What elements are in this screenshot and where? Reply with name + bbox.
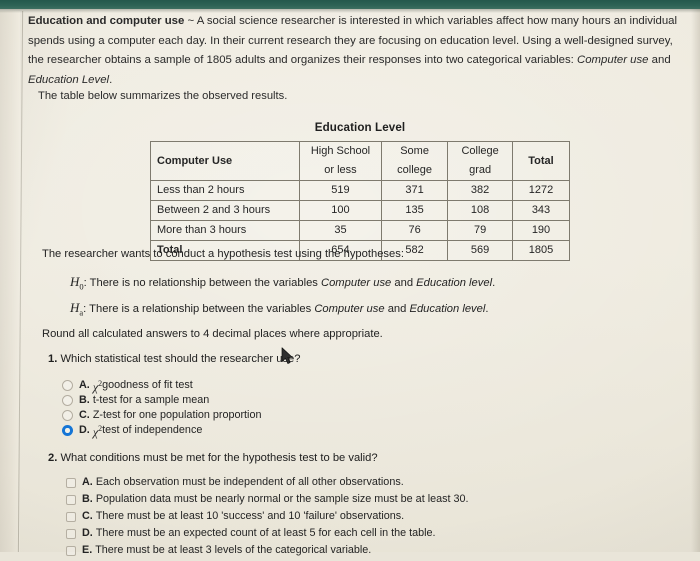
table-cell-3-3: 1805 [512,240,570,261]
radio-button-a[interactable] [62,380,73,391]
table-cell-2-3: 190 [512,220,570,241]
q2-option-e-letter: E. [82,544,93,556]
question-2-option-e[interactable]: E. There must be at least 3 levels of th… [66,544,469,561]
q2-option-b-letter: B. [82,493,93,505]
intro-variable-2: Education Level [28,73,110,86]
table-row-header-label: Computer Use [150,141,300,181]
null-hypothesis-symbol: H0 [70,274,84,292]
alternative-hypothesis: Ha: There is a relationship between the … [70,300,488,318]
null-hypothesis-text: : There is no relationship between the v… [83,277,321,289]
question-2-option-b[interactable]: B. Population data must be nearly normal… [66,493,469,510]
checkbox-a[interactable] [66,478,76,488]
alternative-hypothesis-var-2: Education level [409,303,486,315]
q2-option-c-letter: C. [82,510,93,522]
table-cell-0-2: 382 [447,180,513,201]
question-2-number: 2. [48,452,58,464]
rounding-instruction: Round all calculated answers to 4 decima… [42,328,383,340]
table-row-label-1: Between 2 and 3 hours [150,200,300,221]
q2-option-a-text: Each observation must be independent of … [95,476,404,488]
intro-period: . [109,73,113,86]
radio-button-c[interactable] [62,410,73,421]
option-c-letter: C. [79,409,90,421]
table-caption: Education Level [314,121,406,134]
alternative-hypothesis-text: : There is a relationship between the va… [83,303,315,315]
table-cell-3-2: 569 [447,240,513,261]
q2-option-e-text: There must be at least 3 levels of the c… [95,544,372,556]
table-col-header-0: High School or less [299,141,382,181]
question-1-number: 1. [48,353,58,365]
option-a-text: goodness of fit test [102,379,193,391]
null-hypothesis-var-1: Computer use [321,277,392,289]
table-col-header-1: Some college [380,141,449,181]
problem-intro-paragraph: Education and computer use ~ A social sc… [28,12,678,90]
question-2-option-a[interactable]: A. Each observation must be independent … [66,476,469,493]
chi-squared-symbol-a: χ2 [92,379,103,394]
q2-option-d-letter: D. [82,527,93,539]
table-row-label-2: More than 3 hours [150,220,300,241]
table-cell-2-2: 79 [447,220,513,241]
table-col-header-3: Total [512,141,570,181]
alternative-hypothesis-conjunction: and [384,303,410,315]
question-1-option-c[interactable]: C. Z-test for one population proportion [62,409,261,424]
null-hypothesis-period: . [492,277,496,289]
table-lead-in: The table below summarizes the observed … [38,90,288,102]
radio-button-d[interactable] [62,425,73,436]
null-hypothesis: H0: There is no relationship between the… [70,274,495,292]
checkbox-d[interactable] [66,529,76,539]
null-hypothesis-conjunction: and [391,277,417,289]
option-c-text: Z-test for one population proportion [92,409,262,421]
problem-title: Education and computer use [28,15,185,27]
table-cell-1-0: 100 [299,200,382,221]
question-2-options: A. Each observation must be independent … [66,476,469,561]
chi-squared-symbol-d: χ2 [92,424,103,439]
q2-option-c-text: There must be at least 10 'success' and … [95,510,405,522]
checkbox-c[interactable] [66,512,76,522]
option-d-text: test of independence [102,424,203,436]
table-cell-0-0: 519 [299,180,382,201]
intro-variable-1: Computer use [576,54,649,67]
table-cell-2-1: 76 [380,220,449,241]
checkbox-e[interactable] [66,546,76,556]
question-2-option-c[interactable]: C. There must be at least 10 'success' a… [66,510,469,527]
q2-option-a-letter: A. [82,476,93,488]
alternative-hypothesis-var-1: Computer use [314,303,385,315]
alternative-hypothesis-period: . [485,303,489,315]
table-cell-0-1: 371 [380,180,449,201]
question-1-options: A. χ2 goodness of fit test B. t-test for… [62,379,261,439]
hypothesis-lead-in: The researcher wants to conduct a hypoth… [42,248,404,260]
table-cell-1-1: 135 [380,200,449,221]
table-cell-2-0: 35 [299,220,382,241]
table-row: Between 2 and 3 hours 100 135 108 343 [150,200,570,221]
question-1-option-a[interactable]: A. χ2 goodness of fit test [62,379,261,394]
option-a-letter: A. [79,379,90,391]
q2-option-d-text: There must be an expected count of at le… [95,527,436,539]
table-row-label-0: Less than 2 hours [150,180,300,201]
table-row: Less than 2 hours 519 371 382 1272 [150,180,570,201]
null-hypothesis-var-2: Education level [416,277,493,289]
checkbox-b[interactable] [66,495,76,505]
q2-option-b-text: Population data must be nearly normal or… [95,493,469,505]
option-d-letter: D. [79,424,90,436]
problem-content: Education and computer use ~ A social sc… [0,0,700,556]
contingency-table: Computer Use High School or less Some co… [150,141,570,261]
table-row: More than 3 hours 35 76 79 190 [150,220,570,241]
table-cell-1-2: 108 [447,200,513,221]
question-1-text: Which statistical test should the resear… [60,353,301,365]
intro-conjunction: and [648,54,671,67]
question-2-text: What conditions must be met for the hypo… [60,452,378,464]
question-1-option-b[interactable]: B. t-test for a sample mean [62,394,261,409]
question-2-option-d[interactable]: D. There must be an expected count of at… [66,527,469,544]
option-b-letter: B. [79,394,90,406]
option-b-text: t-test for a sample mean [92,394,210,406]
alternative-hypothesis-symbol: Ha [70,300,84,318]
question-1-option-d[interactable]: D. χ2 test of independence [62,424,261,439]
table-cell-1-3: 343 [512,200,570,221]
table-cell-0-3: 1272 [512,180,570,201]
table-header-row: Computer Use High School or less Some co… [150,141,570,181]
radio-button-b[interactable] [62,395,73,406]
table-col-header-2: College grad [447,141,513,181]
title-separator: ~ [184,15,197,27]
question-1-stem: 1. Which statistical test should the res… [48,353,300,365]
question-2-stem: 2. What conditions must be met for the h… [48,452,378,464]
